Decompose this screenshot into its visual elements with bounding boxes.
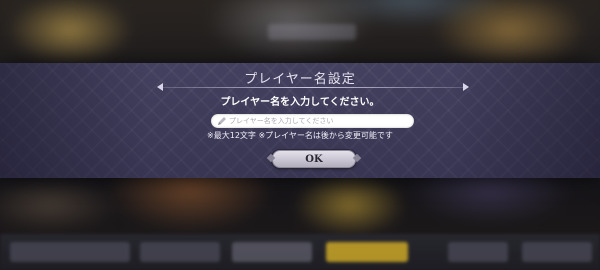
blurred-top-tab: [268, 24, 356, 40]
player-name-field[interactable]: [211, 114, 414, 128]
ok-button[interactable]: OK: [272, 150, 356, 168]
blurred-menu-button: [232, 242, 312, 262]
player-name-dialog: プレイヤー名設定 プレイヤー名を入力してください。 ※最大12文字 ※プレイヤー…: [0, 63, 600, 178]
blurred-menu-button: [10, 242, 130, 262]
blurred-bottom-menu: [0, 234, 600, 270]
player-name-input[interactable]: [229, 114, 409, 128]
instruction-text: プレイヤー名を入力してください。: [220, 97, 380, 108]
title-divider: [160, 87, 466, 88]
blurred-menu-button: [140, 242, 220, 262]
blurred-menu-button: [448, 242, 508, 262]
blurred-highlight-button: [326, 242, 408, 262]
title-rule-right-arrow-icon: [463, 83, 469, 91]
blurred-menu-button: [522, 242, 592, 262]
pencil-icon: [218, 117, 226, 125]
dialog-title: プレイヤー名設定: [244, 72, 356, 87]
name-rules-note: ※最大12文字 ※プレイヤー名は後から変更可能です: [207, 131, 393, 140]
